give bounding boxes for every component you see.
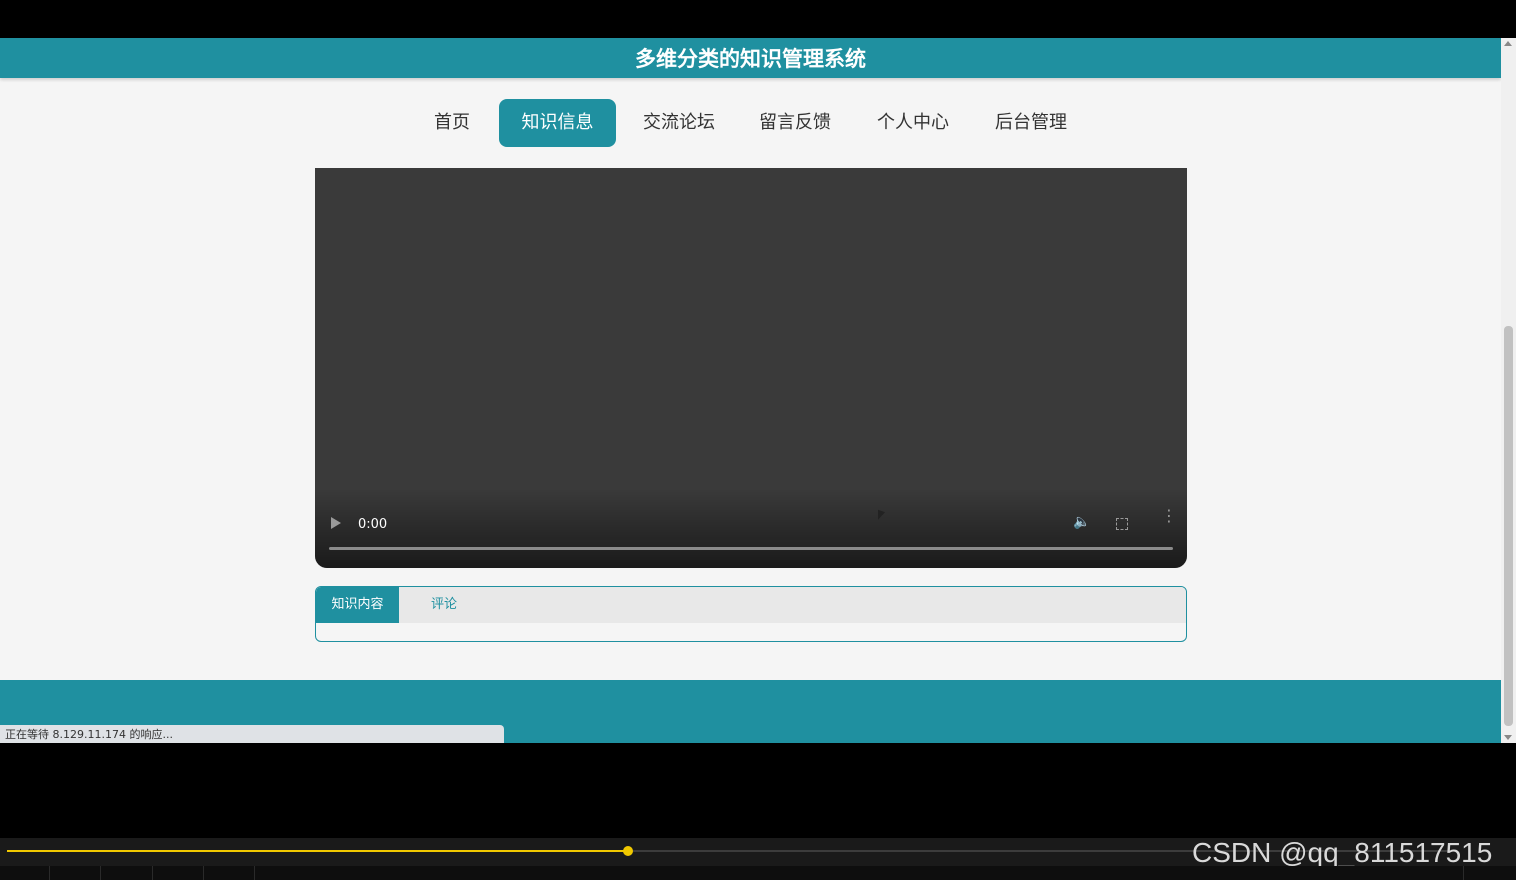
tabs-bar: 知识内容 评论 bbox=[316, 587, 1186, 623]
nav-item-knowledge[interactable]: 知识信息 bbox=[499, 99, 616, 147]
browser-status-bar: 正在等待 8.129.11.174 的响应... bbox=[0, 725, 504, 743]
browser-viewport: 多维分类的知识管理系统 首页 知识信息 交流论坛 留言反馈 个人中心 后台管理 … bbox=[0, 38, 1501, 743]
seek-knob[interactable] bbox=[623, 846, 633, 856]
video-time: 0:00 bbox=[358, 517, 388, 532]
player-toolbar bbox=[0, 866, 1516, 880]
toolbar-divider bbox=[100, 866, 101, 880]
site-title: 多维分类的知识管理系统 bbox=[635, 47, 866, 71]
toolbar-divider bbox=[1463, 866, 1464, 880]
recording-player-bar: CSDN @qq_811517515 bbox=[0, 838, 1516, 880]
mouse-cursor-icon bbox=[878, 509, 885, 523]
video-player[interactable]: 0:00 🔈 ⋮ bbox=[315, 168, 1187, 568]
nav-item-home[interactable]: 首页 bbox=[427, 99, 477, 147]
nav-item-profile[interactable]: 个人中心 bbox=[872, 99, 954, 147]
toolbar-divider bbox=[152, 866, 153, 880]
scrollbar-thumb[interactable] bbox=[1504, 326, 1513, 726]
content-tabs: 知识内容 评论 bbox=[315, 586, 1187, 642]
toolbar-divider bbox=[203, 866, 204, 880]
toolbar-divider bbox=[254, 866, 255, 880]
scroll-up-icon[interactable] bbox=[1504, 41, 1512, 46]
tab-comments[interactable]: 评论 bbox=[416, 587, 472, 623]
more-icon[interactable]: ⋮ bbox=[1161, 508, 1177, 524]
tab-knowledge-content[interactable]: 知识内容 bbox=[316, 587, 399, 623]
nav-item-forum[interactable]: 交流论坛 bbox=[638, 99, 720, 147]
video-controls-gradient bbox=[315, 488, 1187, 568]
page-scrollbar[interactable] bbox=[1501, 38, 1516, 743]
watermark: CSDN @qq_811517515 bbox=[1192, 837, 1493, 868]
video-progress-bar[interactable] bbox=[329, 547, 1173, 550]
nav-item-admin[interactable]: 后台管理 bbox=[990, 99, 1072, 147]
toolbar-divider bbox=[49, 866, 50, 880]
seek-played[interactable] bbox=[7, 850, 628, 852]
play-icon[interactable] bbox=[331, 517, 341, 529]
volume-icon[interactable]: 🔈 bbox=[1073, 514, 1090, 530]
fullscreen-icon[interactable] bbox=[1116, 518, 1128, 530]
nav-item-feedback[interactable]: 留言反馈 bbox=[754, 99, 836, 147]
site-header: 多维分类的知识管理系统 bbox=[0, 38, 1501, 78]
main-nav: 首页 知识信息 交流论坛 留言反馈 个人中心 后台管理 bbox=[0, 99, 1501, 147]
scroll-down-icon[interactable] bbox=[1504, 735, 1512, 740]
